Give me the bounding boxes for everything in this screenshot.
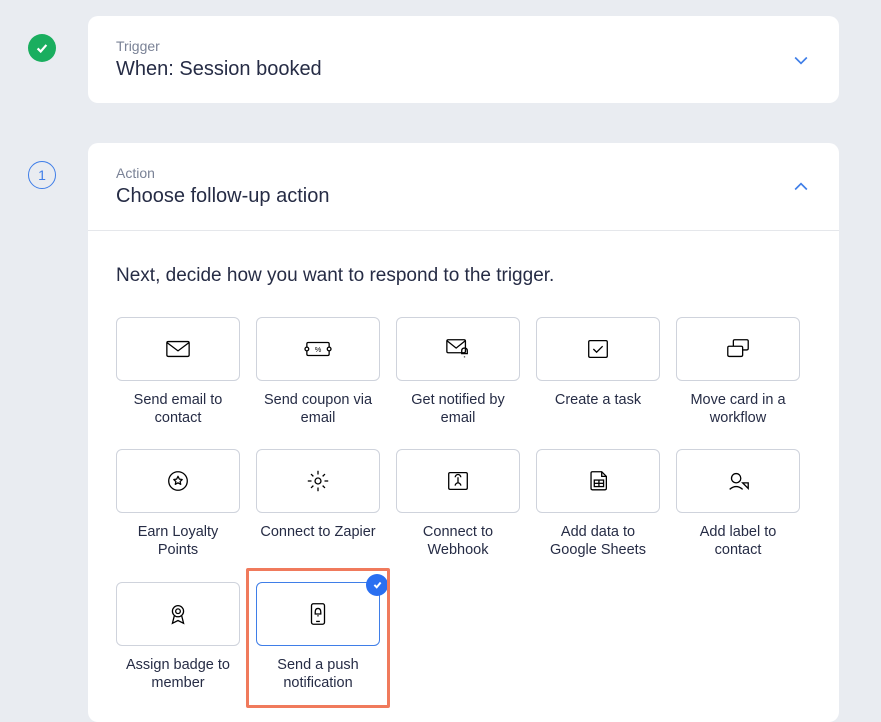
coupon-icon: [303, 336, 333, 362]
action-option-zapier[interactable]: Connect to Zapier: [256, 449, 380, 559]
sheets-icon: [583, 468, 613, 494]
action-option-google-sheets[interactable]: Add data to Google Sheets: [536, 449, 660, 559]
option-label: Connect to Webhook: [396, 523, 520, 559]
action-option-send-email[interactable]: Send email to contact: [116, 317, 240, 427]
selected-badge: [366, 574, 388, 596]
action-card: Action Choose follow-up action Next, dec…: [88, 143, 839, 722]
option-label: Earn Loyalty Points: [116, 523, 240, 559]
option-label: Add data to Google Sheets: [536, 523, 660, 559]
cards-icon: [723, 336, 753, 362]
star-circle-icon: [163, 468, 193, 494]
check-icon: [35, 41, 49, 55]
option-box: [396, 317, 520, 381]
trigger-header[interactable]: Trigger When: Session booked: [88, 16, 839, 103]
action-option-move-card[interactable]: Move card in a workflow: [676, 317, 800, 427]
option-label: Move card in a workflow: [676, 391, 800, 427]
action-eyebrow: Action: [116, 165, 329, 181]
phone-bell-icon: [303, 601, 333, 627]
envelope-bell-icon: [443, 336, 473, 362]
option-box: [676, 449, 800, 513]
option-box: [676, 317, 800, 381]
option-label: Add label to contact: [676, 523, 800, 559]
gear-icon: [303, 468, 333, 494]
action-header[interactable]: Action Choose follow-up action: [88, 143, 839, 230]
option-label: Send a push notification: [256, 656, 380, 692]
action-option-earn-points[interactable]: Earn Loyalty Points: [116, 449, 240, 559]
action-step-indicator: 1: [28, 161, 56, 189]
trigger-eyebrow: Trigger: [116, 38, 322, 54]
option-label: Get notified by email: [396, 391, 520, 427]
action-option-webhook[interactable]: Connect to Webhook: [396, 449, 520, 559]
option-box: [396, 449, 520, 513]
option-box: [256, 449, 380, 513]
action-title: Choose follow-up action: [116, 185, 329, 208]
option-label: Create a task: [555, 391, 641, 409]
chevron-down-icon: [791, 50, 811, 70]
chevron-up-icon: [791, 177, 811, 197]
option-label: Assign badge to member: [116, 656, 240, 692]
action-body: Next, decide how you want to respond to …: [88, 231, 839, 722]
trigger-card: Trigger When: Session booked: [88, 16, 839, 103]
option-box: [116, 582, 240, 646]
label-contact-icon: [723, 468, 753, 494]
action-option-notify-email[interactable]: Get notified by email: [396, 317, 520, 427]
option-box: [536, 317, 660, 381]
badge-icon: [163, 601, 193, 627]
option-box: [116, 317, 240, 381]
trigger-title: When: Session booked: [116, 58, 322, 81]
action-option-assign-badge[interactable]: Assign badge to member: [116, 582, 240, 692]
task-icon: [583, 336, 613, 362]
action-step-number: 1: [38, 167, 46, 183]
action-option-create-task[interactable]: Create a task: [536, 317, 660, 427]
check-icon: [372, 579, 383, 590]
action-option-add-label[interactable]: Add label to contact: [676, 449, 800, 559]
trigger-complete-indicator: [28, 34, 56, 62]
action-option-send-coupon[interactable]: Send coupon via email: [256, 317, 380, 427]
option-box: [116, 449, 240, 513]
webhook-icon: [443, 468, 473, 494]
action-options-grid: Send email to contact Send coupon via ema…: [116, 317, 811, 692]
option-box: [256, 582, 380, 646]
option-box: [256, 317, 380, 381]
action-prompt: Next, decide how you want to respond to …: [116, 265, 811, 287]
option-label: Connect to Zapier: [260, 523, 375, 541]
envelope-icon: [163, 336, 193, 362]
option-label: Send email to contact: [116, 391, 240, 427]
action-option-push-notification[interactable]: Send a push notification: [256, 582, 380, 692]
option-box: [536, 449, 660, 513]
option-label: Send coupon via email: [256, 391, 380, 427]
